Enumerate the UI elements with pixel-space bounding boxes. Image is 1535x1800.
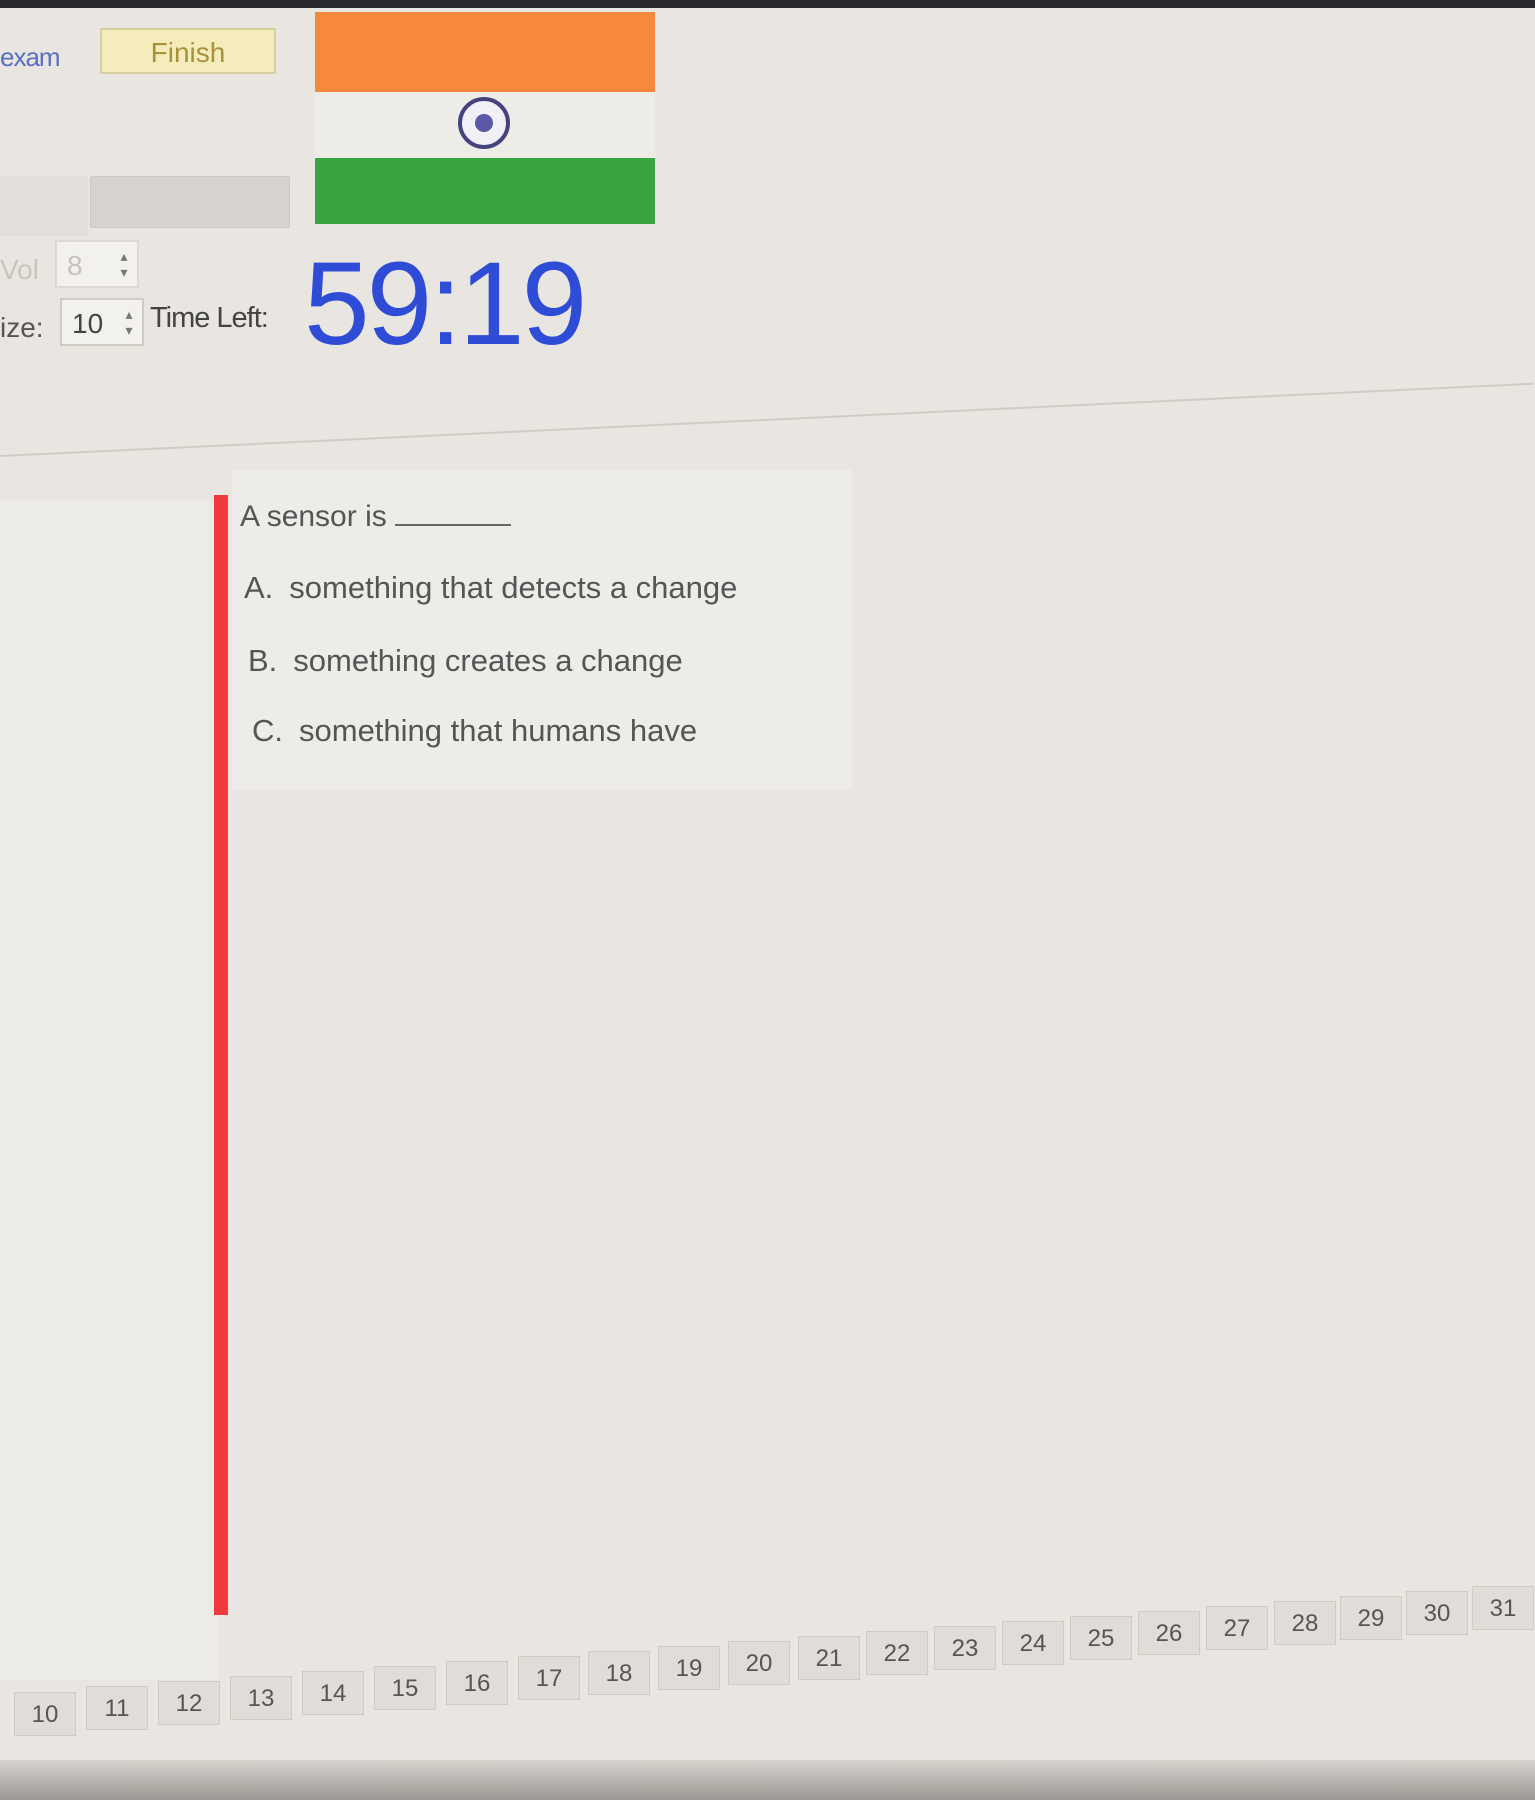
nav-page-button[interactable]: 22 (866, 1631, 928, 1675)
time-left-label: Time Left: (150, 302, 269, 334)
nav-page-button[interactable]: 21 (798, 1636, 860, 1680)
current-question-indicator (214, 495, 228, 1615)
nav-page-button[interactable]: 15 (374, 1666, 436, 1710)
nav-page-button[interactable]: 16 (446, 1661, 508, 1705)
option-text: something that humans have (299, 713, 698, 748)
flag-saffron-band (315, 12, 655, 92)
exam-link[interactable]: exam (0, 42, 61, 73)
option-letter: C. (252, 713, 283, 748)
option-b[interactable]: B. something creates a change (248, 643, 683, 679)
option-text: something creates a change (293, 643, 683, 678)
finish-button[interactable]: Finish (100, 28, 276, 74)
nav-page-button[interactable]: 24 (1002, 1621, 1064, 1665)
flag-green-band (315, 158, 655, 224)
nav-page-button[interactable]: 18 (588, 1651, 650, 1695)
spinner-arrows-icon[interactable]: ▴ ▾ (115, 248, 133, 282)
nav-page-button[interactable]: 26 (1138, 1611, 1200, 1655)
nav-page-button[interactable]: 12 (158, 1681, 220, 1725)
screen-bottom-edge (0, 1760, 1535, 1800)
vol-spinner[interactable]: 8 ▴ ▾ (55, 240, 139, 288)
nav-page-button[interactable]: 30 (1406, 1591, 1468, 1635)
question-navigator: 10 11 12 13 14 15 16 17 18 19 20 21 22 2… (0, 1580, 1535, 1736)
question-list-panel (0, 500, 218, 1680)
nav-page-button[interactable]: 10 (14, 1692, 76, 1736)
size-spinner[interactable]: 10 ▴ ▾ (60, 298, 144, 346)
question-stem: A sensor is (240, 500, 387, 533)
nav-page-button[interactable]: 27 (1206, 1606, 1268, 1650)
nav-page-button[interactable]: 31 (1472, 1586, 1534, 1630)
nav-page-button[interactable]: 23 (934, 1626, 996, 1670)
question-text: A sensor is (240, 500, 511, 534)
nav-page-button[interactable]: 25 (1070, 1616, 1132, 1660)
window-top-edge (0, 0, 1535, 8)
size-value: 10 (72, 308, 104, 339)
ashoka-chakra-icon (458, 97, 510, 149)
option-c[interactable]: C. something that humans have (252, 713, 697, 749)
show-question-button[interactable] (90, 176, 290, 228)
india-flag-image (315, 12, 655, 224)
nav-page-button[interactable]: 11 (86, 1686, 148, 1730)
nav-page-button[interactable]: 20 (728, 1641, 790, 1685)
nav-page-button[interactable]: 17 (518, 1656, 580, 1700)
spinner-arrows-icon[interactable]: ▴ ▾ (120, 306, 138, 340)
disabled-panel (0, 176, 88, 236)
nav-page-button[interactable]: 13 (230, 1676, 292, 1720)
header-divider (0, 382, 1534, 457)
nav-page-button[interactable]: 19 (658, 1646, 720, 1690)
nav-page-button[interactable]: 14 (302, 1671, 364, 1715)
answer-blank (394, 502, 511, 526)
option-letter: B. (248, 643, 278, 678)
vol-value: 8 (67, 250, 83, 281)
option-a[interactable]: A. something that detects a change (244, 570, 737, 606)
option-text: something that detects a change (289, 570, 738, 605)
nav-page-button[interactable]: 28 (1274, 1601, 1336, 1645)
option-letter: A. (244, 570, 274, 605)
vol-label: Vol (0, 254, 39, 285)
countdown-timer: 59:19 (304, 238, 587, 370)
nav-page-button[interactable]: 29 (1340, 1596, 1402, 1640)
size-label: ize: (0, 312, 44, 343)
